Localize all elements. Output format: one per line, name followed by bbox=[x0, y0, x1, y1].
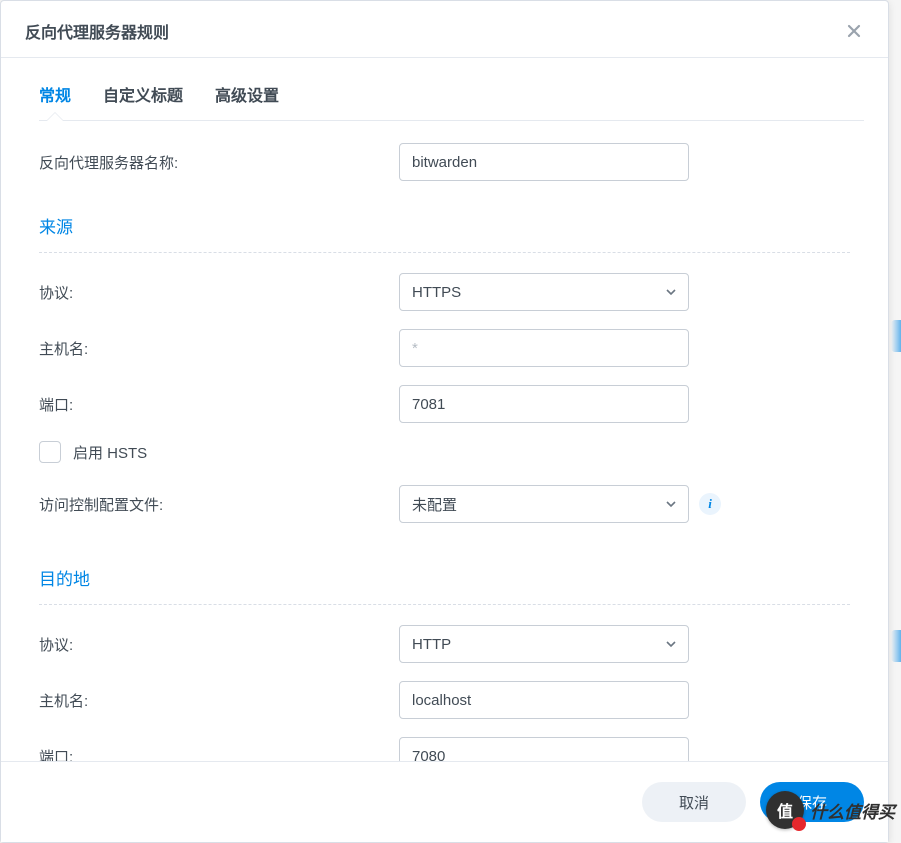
label-dest-protocol: 协议: bbox=[39, 634, 399, 655]
dialog-body: 常规 自定义标题 高级设置 反向代理服务器名称: 来源 协议: HTTPS bbox=[1, 58, 888, 761]
row-dest-protocol: 协议: HTTP bbox=[39, 625, 850, 663]
label-access-profile: 访问控制配置文件: bbox=[39, 494, 399, 515]
tab-general[interactable]: 常规 bbox=[39, 82, 71, 120]
dest-hostname-input[interactable] bbox=[399, 681, 689, 719]
row-hsts: 启用 HSTS bbox=[39, 441, 850, 463]
source-protocol-value: HTTPS bbox=[412, 284, 461, 301]
hsts-checkbox[interactable] bbox=[39, 441, 61, 463]
label-hsts: 启用 HSTS bbox=[73, 442, 147, 463]
dialog-header: 反向代理服务器规则 bbox=[1, 1, 888, 58]
dest-port-input[interactable] bbox=[399, 737, 689, 761]
name-input[interactable] bbox=[399, 143, 689, 181]
access-profile-select[interactable]: 未配置 bbox=[399, 485, 689, 523]
general-form: 反向代理服务器名称: 来源 协议: HTTPS 主 bbox=[25, 121, 864, 761]
info-icon[interactable]: i bbox=[699, 493, 721, 515]
label-dest-port: 端口: bbox=[39, 746, 399, 762]
dest-protocol-value: HTTP bbox=[412, 636, 451, 653]
dest-protocol-select[interactable]: HTTP bbox=[399, 625, 689, 663]
tab-advanced[interactable]: 高级设置 bbox=[215, 82, 279, 120]
tab-custom-headers[interactable]: 自定义标题 bbox=[103, 82, 183, 120]
dialog-footer: 取消 保存 bbox=[1, 761, 888, 842]
background-element bbox=[891, 320, 901, 352]
label-source-protocol: 协议: bbox=[39, 282, 399, 303]
source-section-title: 来源 bbox=[39, 199, 850, 253]
row-source-protocol: 协议: HTTPS bbox=[39, 273, 850, 311]
label-source-port: 端口: bbox=[39, 394, 399, 415]
row-name: 反向代理服务器名称: bbox=[39, 143, 850, 181]
reverse-proxy-rule-dialog: 反向代理服务器规则 常规 自定义标题 高级设置 反向代理服务器名称: 来源 协议… bbox=[0, 0, 889, 843]
source-hostname-input[interactable] bbox=[399, 329, 689, 367]
destination-section-title: 目的地 bbox=[39, 551, 850, 605]
access-profile-value: 未配置 bbox=[412, 494, 457, 515]
dialog-title: 反向代理服务器规则 bbox=[25, 19, 169, 43]
save-button[interactable]: 保存 bbox=[760, 782, 864, 822]
cancel-button[interactable]: 取消 bbox=[642, 782, 746, 822]
tab-bar: 常规 自定义标题 高级设置 bbox=[39, 58, 864, 121]
row-source-hostname: 主机名: bbox=[39, 329, 850, 367]
row-source-port: 端口: bbox=[39, 385, 850, 423]
label-dest-hostname: 主机名: bbox=[39, 690, 399, 711]
close-icon[interactable] bbox=[844, 21, 864, 41]
row-dest-port: 端口: bbox=[39, 737, 850, 761]
source-protocol-select[interactable]: HTTPS bbox=[399, 273, 689, 311]
label-name: 反向代理服务器名称: bbox=[39, 152, 399, 173]
background-element bbox=[891, 630, 901, 662]
row-dest-hostname: 主机名: bbox=[39, 681, 850, 719]
row-access-profile: 访问控制配置文件: 未配置 i bbox=[39, 485, 850, 523]
label-source-hostname: 主机名: bbox=[39, 338, 399, 359]
source-port-input[interactable] bbox=[399, 385, 689, 423]
